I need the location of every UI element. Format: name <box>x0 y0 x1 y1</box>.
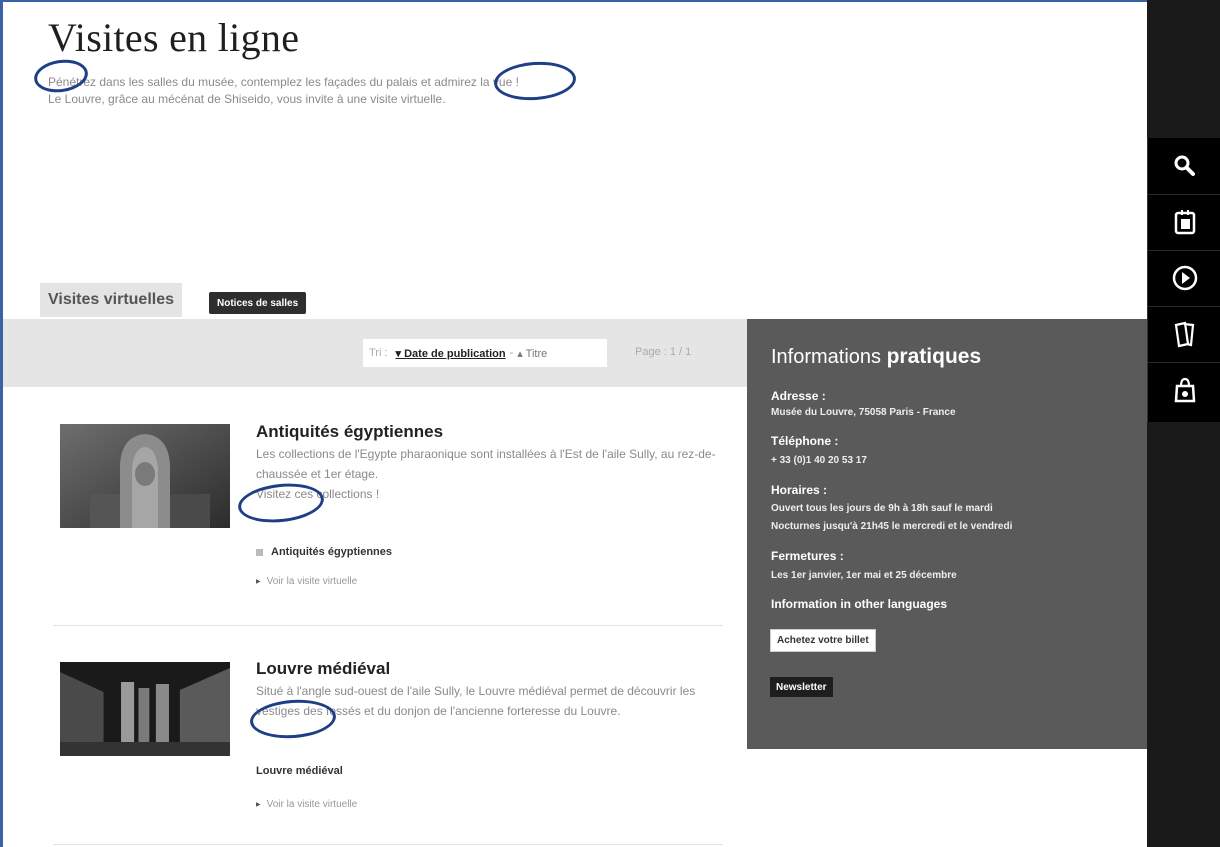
tickets-button[interactable] <box>1148 306 1220 363</box>
sort-label: Tri : <box>369 347 388 359</box>
page-count: Page : 1 / 1 <box>635 346 692 358</box>
closures-heading: Fermetures : <box>771 549 844 563</box>
item-description-text: Les collections de l'Egypte pharaonique … <box>256 447 716 481</box>
divider <box>53 625 723 626</box>
hours-heading: Horaires : <box>771 483 828 497</box>
item-title[interactable]: Antiquités égyptiennes <box>256 422 443 442</box>
item-description: Les collections de l'Egypte pharaonique … <box>256 444 716 504</box>
closures-value: Les 1er janvier, 1er mai et 25 décembre <box>771 570 957 581</box>
window-border-top <box>0 0 1148 2</box>
tab-visites-virtuelles[interactable]: Visites virtuelles <box>40 283 182 317</box>
calendar-button[interactable] <box>1148 194 1220 251</box>
buy-ticket-button[interactable]: Achetez votre billet <box>770 629 876 652</box>
hours-value-1: Ouvert tous les jours de 9h à 18h sauf l… <box>771 503 993 514</box>
window-border-left <box>0 0 3 847</box>
other-languages-link[interactable]: Information in other languages <box>771 597 947 611</box>
phone-value[interactable]: + 33 (0)1 40 20 53 17 <box>771 453 867 469</box>
egyptian-sphinx-thumbnail[interactable] <box>60 424 230 528</box>
divider <box>53 844 723 845</box>
search-button[interactable] <box>1148 138 1220 195</box>
newsletter-button[interactable]: Newsletter <box>770 677 833 697</box>
sort-bar: Tri : ▾ Date de publication - ▴ Titre Pa… <box>3 319 747 387</box>
info-title: Informations pratiques <box>771 345 981 369</box>
sort-by-title-link[interactable]: ▴ Titre <box>517 347 547 360</box>
medieval-louvre-thumbnail[interactable] <box>60 662 230 756</box>
page-title: Visites en ligne <box>48 15 300 60</box>
admirez-la-vue-link[interactable]: admirez la vue <box>434 75 512 89</box>
item-tag[interactable]: Antiquités égyptiennes <box>256 546 392 558</box>
item-tag[interactable]: Louvre médiéval <box>256 765 343 777</box>
intro-text: Pénétrez dans les salles du musée, conte… <box>48 74 519 108</box>
view-virtual-visit-link[interactable]: Voir la visite virtuelle <box>256 576 358 587</box>
practical-info-panel: Informations pratiques Adresse : Musée d… <box>747 319 1147 749</box>
shopping-bag-icon <box>1174 377 1195 403</box>
view-virtual-visit-link[interactable]: Voir la visite virtuelle <box>256 799 358 810</box>
hours-value-2: Nocturnes jusqu'à 21h45 le mercredi et l… <box>771 521 1013 532</box>
search-icon <box>1174 155 1195 176</box>
address-value: Musée du Louvre, 75058 Paris - France <box>771 407 956 418</box>
side-menu <box>1147 138 1220 422</box>
item-tag-label: Antiquités égyptiennes <box>271 546 393 558</box>
info-title-light: Informations <box>771 346 887 368</box>
calendar-icon <box>1174 210 1195 235</box>
sort-control: Tri : ▾ Date de publication - ▴ Titre <box>363 339 607 367</box>
intro-line-2: Le Louvre, grâce au mécénat de Shiseido,… <box>48 92 446 106</box>
visit-collections-link[interactable]: Visitez ces collections ! <box>256 487 379 501</box>
play-icon <box>1172 265 1197 291</box>
item-description: Situé à l'angle sud-ouest de l'aile Sull… <box>256 684 696 718</box>
tag-square-icon <box>256 548 263 556</box>
phone-heading: Téléphone : <box>771 434 839 448</box>
intro-line-1-start: Pénétrez dans les salles du musée, conte… <box>48 75 435 89</box>
tab-notices-de-salles[interactable]: Notices de salles <box>209 292 307 314</box>
list-item: Louvre médiéval Situé à l'angle sud-oues… <box>60 659 725 839</box>
info-title-bold: pratiques <box>886 345 982 368</box>
item-tag-label: Louvre médiéval <box>256 765 343 777</box>
right-sidebar <box>1147 0 1220 847</box>
intro-line-1-end: ! <box>512 75 519 89</box>
tickets-icon <box>1174 321 1194 348</box>
sort-by-date-link[interactable]: ▾ Date de publication <box>396 347 506 360</box>
list-item: Antiquités égyptiennes Les collections d… <box>60 420 725 600</box>
sort-separator: - <box>509 347 514 359</box>
item-title[interactable]: Louvre médiéval <box>256 659 390 679</box>
shop-button[interactable] <box>1148 362 1220 418</box>
intro-line-1: Pénétrez dans les salles du musée, conte… <box>48 74 519 91</box>
page-frame: Visites en ligne Pénétrez dans les salle… <box>0 0 1220 847</box>
address-heading: Adresse : <box>771 389 826 403</box>
play-button[interactable] <box>1148 250 1220 307</box>
